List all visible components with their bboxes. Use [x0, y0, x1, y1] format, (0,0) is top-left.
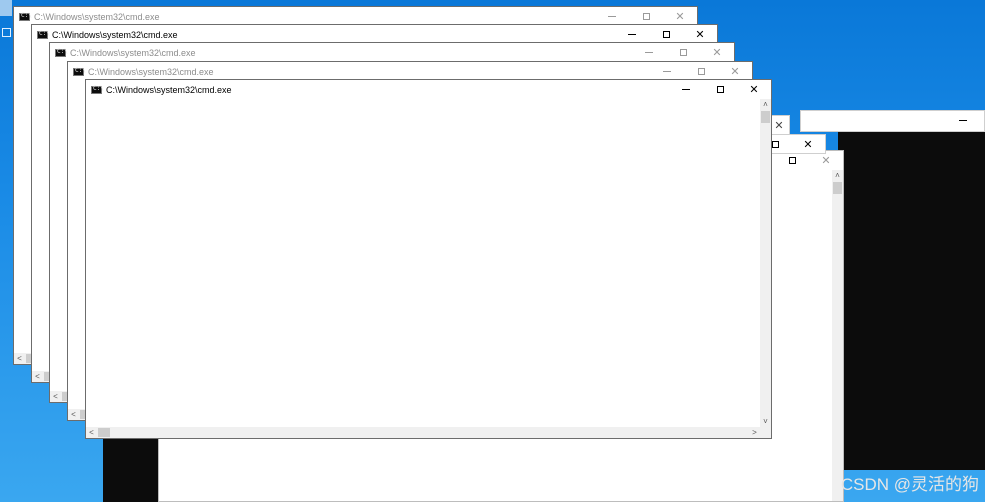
scroll-thumb[interactable]: [833, 182, 842, 194]
window-title: C:\Windows\system32\cmd.exe: [52, 29, 178, 40]
minimize-icon[interactable]: [946, 111, 980, 130]
maximize-icon[interactable]: [703, 80, 737, 99]
watermark-text: CSDN @灵活的狗: [840, 475, 979, 494]
minimize-icon[interactable]: [632, 43, 666, 62]
scroll-down-icon[interactable]: ˅: [760, 416, 771, 427]
desktop-shortcut-icon[interactable]: [0, 0, 12, 16]
cmd-app-icon: [73, 67, 86, 76]
scroll-up-icon[interactable]: ˄: [760, 99, 771, 110]
console-staircase-shadow: [103, 436, 160, 502]
scroll-thumb[interactable]: [98, 428, 110, 437]
vertical-scrollbar[interactable]: ˄: [832, 170, 843, 501]
cmd-window-back-right[interactable]: [800, 110, 985, 132]
console-area[interactable]: [86, 99, 771, 438]
scroll-left-icon[interactable]: <: [14, 353, 25, 364]
maximize-icon[interactable]: [666, 43, 700, 62]
horizontal-scrollbar[interactable]: < >: [86, 427, 760, 438]
cmd-app-icon: [19, 12, 32, 21]
close-icon[interactable]: ✕: [737, 80, 771, 99]
window-title: C:\Windows\system32\cmd.exe: [34, 11, 160, 22]
scroll-right-icon[interactable]: >: [749, 427, 760, 438]
scroll-left-icon[interactable]: <: [50, 391, 61, 402]
vertical-scrollbar[interactable]: ˄ ˅: [760, 99, 771, 427]
cmd-app-icon: [37, 30, 50, 39]
console-window-background: [838, 130, 985, 470]
window-title: C:\Windows\system32\cmd.exe: [106, 84, 232, 95]
scroll-left-icon[interactable]: <: [32, 371, 43, 382]
minimize-icon[interactable]: [669, 80, 703, 99]
scroll-up-icon[interactable]: ˄: [832, 170, 843, 181]
scroll-left-icon[interactable]: <: [86, 427, 97, 438]
cmd-app-icon: [91, 85, 104, 94]
close-icon[interactable]: ✕: [791, 135, 825, 153]
window-title: C:\Windows\system32\cmd.exe: [70, 47, 196, 58]
window-title: C:\Windows\system32\cmd.exe: [88, 66, 214, 77]
cmd-window-5[interactable]: C:\Windows\system32\cmd.exe ✕ ˄ ˅ < >: [85, 79, 772, 439]
cmd-app-icon: [55, 48, 68, 57]
close-icon[interactable]: ✕: [769, 116, 789, 135]
scroll-left-icon[interactable]: <: [68, 409, 79, 420]
close-icon[interactable]: ✕: [700, 43, 734, 62]
scroll-thumb[interactable]: [761, 111, 770, 123]
desktop-file-icon[interactable]: [2, 28, 11, 37]
resize-grip[interactable]: [760, 427, 771, 438]
